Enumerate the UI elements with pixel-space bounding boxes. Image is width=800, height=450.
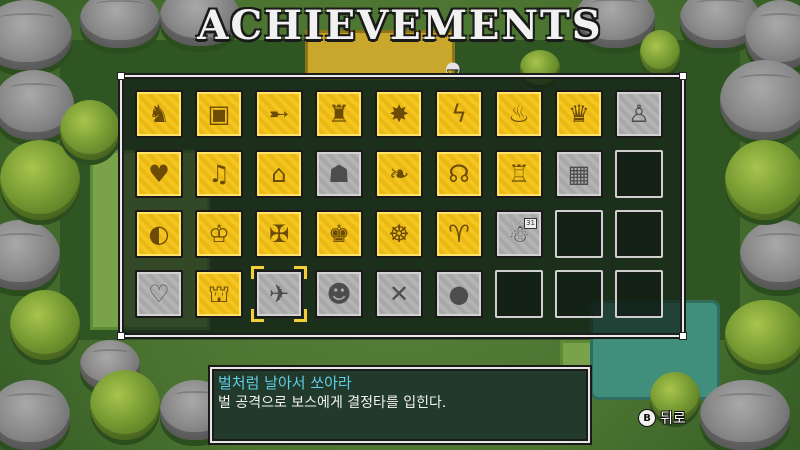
bomb-icon: ●	[448, 280, 470, 308]
bush	[0, 140, 80, 220]
crab-boss-icon: ♛	[568, 100, 590, 128]
alien-icon: ☊	[448, 160, 470, 188]
back-button[interactable]: B 뒤로	[639, 408, 686, 428]
achievement-tile[interactable]: ♫	[195, 150, 243, 198]
warrior-icon: ♜	[328, 100, 350, 128]
heart-icon: ♥	[148, 160, 170, 188]
achievement-tile[interactable]: ♚	[315, 210, 363, 258]
achievement-tile[interactable]: ♛	[555, 90, 603, 138]
page-title: ACHIEVEMENTS	[197, 2, 603, 49]
flame-icon: ♨	[508, 100, 530, 128]
mute-icon: ✕	[388, 280, 410, 308]
tree-stump	[700, 380, 790, 450]
achievement-slot-empty[interactable]	[555, 210, 603, 258]
achievement-tile[interactable]: ▦	[555, 150, 603, 198]
achievement-tile[interactable]: ✸	[375, 90, 423, 138]
achievement-tile[interactable]: ♈	[435, 210, 483, 258]
achievement-tile[interactable]: ☸	[375, 210, 423, 258]
achievement-tile[interactable]: ☃ 31	[495, 210, 543, 258]
fish-icon: ❧	[388, 160, 410, 188]
achievement-tile[interactable]: ♥	[135, 150, 183, 198]
dancer-icon: ♙	[628, 100, 650, 128]
bush	[90, 370, 160, 440]
achievement-tile[interactable]: ☗	[315, 150, 363, 198]
panel-corner	[679, 72, 687, 80]
achievement-tile[interactable]: ☊	[435, 150, 483, 198]
bush	[725, 300, 800, 370]
treasure-chest-icon: ▣	[207, 100, 231, 128]
lightning-icon: ϟ	[451, 100, 467, 128]
achievement-slot-empty[interactable]	[615, 150, 663, 198]
achievement-tile[interactable]: ♜	[315, 90, 363, 138]
flying-strike-icon: ✈	[268, 280, 290, 308]
achievement-tile[interactable]: ▣	[195, 90, 243, 138]
achievement-tile[interactable]: ☻	[315, 270, 363, 318]
achievement-tile[interactable]: ♙	[615, 90, 663, 138]
sword-thrust-icon: ➸	[268, 100, 290, 128]
achievements-grid: ♞ ▣ ➸ ♜ ✸ ϟ ♨ ♛ ♙ ♥ ♫ ⌂ ☗ ❧ ☊ ♖ ▦ ◐ ♔ ✠ ♚ ☸ ♈ ☃ 31 ♡ ⛫ ✈ ☻ ✕ ●	[135, 90, 663, 322]
achievement-tile[interactable]: ✈	[251, 266, 307, 322]
achievement-tile[interactable]: ⛫	[195, 270, 243, 318]
achievement-tile[interactable]: ◐	[135, 210, 183, 258]
achievement-tile[interactable]: ♡	[135, 270, 183, 318]
panel-corner	[679, 332, 687, 340]
achievement-tile[interactable]: ●	[435, 270, 483, 318]
achievement-tile[interactable]: ⌂	[255, 150, 303, 198]
panel-corner	[117, 72, 125, 80]
explosion-icon: ✸	[388, 100, 410, 128]
golem-boss-icon: ☸	[388, 220, 410, 248]
shop-icon: ⌂	[271, 160, 287, 188]
achievement-tile[interactable]: ❧	[375, 150, 423, 198]
knight-icon: ♞	[148, 100, 170, 128]
panel-corner	[117, 332, 125, 340]
tree-stump	[740, 220, 800, 290]
back-label: 뒤로	[660, 411, 686, 427]
bush	[60, 100, 120, 160]
tree-stump	[0, 380, 70, 450]
date-badge: 31	[524, 218, 537, 229]
tree-stump	[0, 220, 60, 290]
achievement-tile[interactable]: ϟ	[435, 90, 483, 138]
achievement-description-box: 벌처럼 날아서 쏘아라 벌 공격으로 보스에게 결정타를 입힌다.	[210, 367, 590, 443]
villagers-icon: ☗	[328, 160, 350, 188]
achievement-tile[interactable]: ♔	[195, 210, 243, 258]
achievement-description: 벌 공격으로 보스에게 결정타를 입힌다.	[218, 395, 447, 411]
achievement-slot-empty[interactable]	[615, 270, 663, 318]
achievement-tile[interactable]: ➸	[255, 90, 303, 138]
music-player-icon: ♫	[208, 160, 230, 188]
achievement-slot-empty[interactable]	[495, 270, 543, 318]
bear-icon: ☻	[326, 280, 352, 308]
achievement-tile[interactable]: ♞	[135, 90, 183, 138]
achievement-tile[interactable]: ✕	[375, 270, 423, 318]
hearts-icon: ♡	[148, 280, 170, 308]
achievement-tile[interactable]: ✠	[255, 210, 303, 258]
achievements-panel: ♞ ▣ ➸ ♜ ✸ ϟ ♨ ♛ ♙ ♥ ♫ ⌂ ☗ ❧ ☊ ♖ ▦ ◐ ♔ ✠ ♚ ☸ ♈ ☃ 31 ♡ ⛫ ✈ ☻ ✕ ●	[117, 72, 687, 340]
winged-knight-icon: ✠	[268, 220, 290, 248]
achievement-name: 벌처럼 날아서 쏘아라	[218, 374, 352, 392]
crowd-icon: ♖	[508, 160, 530, 188]
ram-icon: ♈	[448, 220, 470, 248]
achievement-tile[interactable]: ♨	[495, 90, 543, 138]
demon-boss-icon: ♚	[328, 220, 350, 248]
achievement-slot-empty[interactable]	[555, 270, 603, 318]
bush	[725, 140, 800, 220]
achievement-slot-empty[interactable]	[615, 210, 663, 258]
hero-icon: ♔	[208, 220, 230, 248]
tree-stump	[720, 60, 800, 140]
market-icon: ▦	[567, 160, 591, 188]
sound-icon: ◐	[148, 220, 170, 248]
bush	[10, 290, 80, 360]
shrine-icon: ⛫	[207, 280, 231, 308]
achievement-tile[interactable]: ♖	[495, 150, 543, 198]
b-button-icon: B	[639, 410, 655, 426]
